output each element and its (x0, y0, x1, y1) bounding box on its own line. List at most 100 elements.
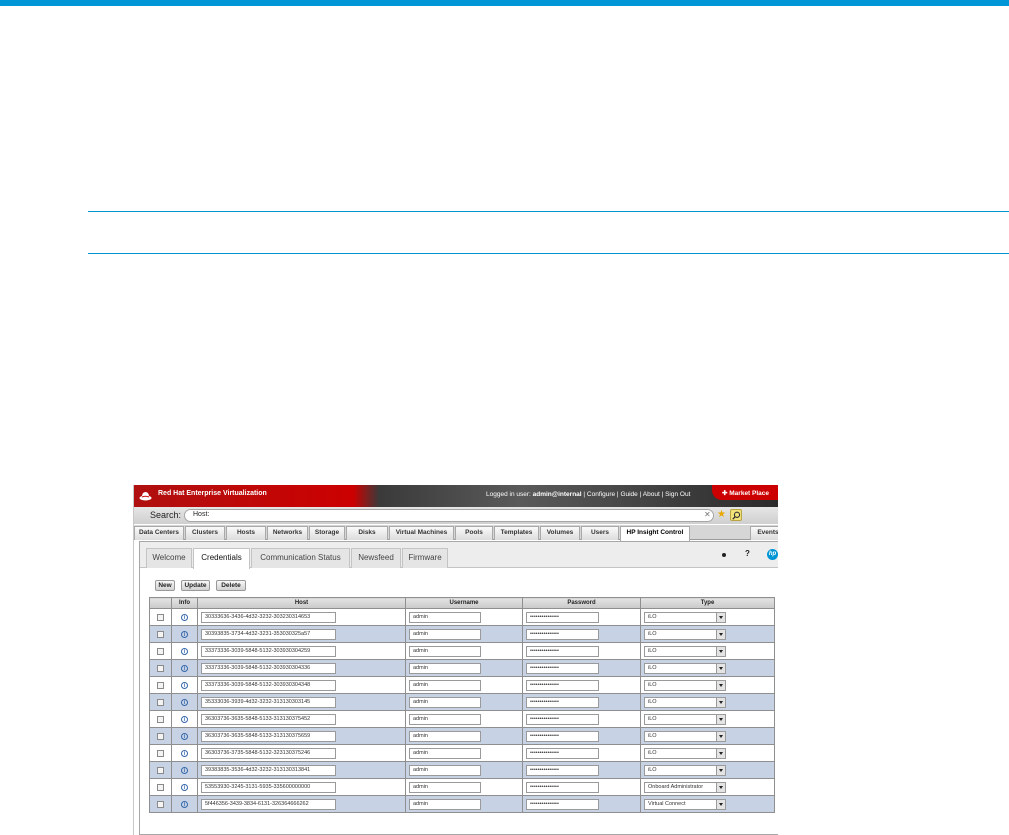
row-select-checkbox[interactable] (157, 647, 164, 655)
tab-networks[interactable]: Networks (267, 526, 308, 540)
market-place-button[interactable]: ✚ Market Place (712, 485, 778, 500)
host-field[interactable]: 30393835-3734-4d32-3231-353030325a57 (201, 628, 336, 640)
host-field[interactable]: 36303736-3735-5848-5132-323130375246 (201, 747, 336, 759)
row-select-checkbox[interactable] (157, 630, 164, 638)
info-icon[interactable]: i (181, 698, 188, 706)
search-input[interactable]: Host: (184, 509, 714, 522)
chevron-down-icon[interactable] (716, 765, 725, 775)
status-dot-icon[interactable] (722, 553, 726, 557)
host-column-header[interactable]: Host (197, 597, 406, 609)
username-field[interactable]: admin (409, 679, 481, 691)
password-field[interactable]: ••••••••••••••• (526, 696, 599, 708)
host-field[interactable]: 5f446356-3439-3834-6131-326364666262 (201, 798, 336, 810)
tab-communication-status[interactable]: Communication Status (251, 548, 350, 568)
row-select-checkbox[interactable] (157, 783, 164, 791)
tab-volumes[interactable]: Volumes (540, 526, 580, 540)
update-button[interactable]: Update (181, 580, 210, 591)
chevron-down-icon[interactable] (716, 629, 725, 639)
row-select-checkbox[interactable] (157, 613, 164, 621)
sign-out-link[interactable]: Sign Out (665, 491, 690, 498)
username-field[interactable]: admin (409, 730, 481, 742)
type-select[interactable]: iLO (644, 679, 726, 691)
row-select-checkbox[interactable] (157, 766, 164, 774)
username-field[interactable]: admin (409, 662, 481, 674)
tab-templates[interactable]: Templates (494, 526, 539, 540)
username-field[interactable]: admin (409, 645, 481, 657)
type-select[interactable]: iLO (644, 611, 726, 623)
hp-logo-icon[interactable]: hp (767, 549, 778, 560)
type-select[interactable]: iLO (644, 662, 726, 674)
tab-virtual-machines[interactable]: Virtual Machines (389, 526, 454, 540)
username-field[interactable]: admin (409, 628, 481, 640)
row-select-checkbox[interactable] (157, 715, 164, 723)
chevron-down-icon[interactable] (716, 799, 725, 809)
about-link[interactable]: About (643, 491, 660, 498)
tab-welcome[interactable]: Welcome (146, 548, 192, 568)
tab-disks[interactable]: Disks (346, 526, 388, 540)
info-icon[interactable]: i (181, 749, 188, 757)
password-field[interactable]: ••••••••••••••• (526, 747, 599, 759)
chevron-down-icon[interactable] (716, 731, 725, 741)
clear-search-icon[interactable]: ✕ (704, 511, 711, 519)
type-select[interactable]: Onboard Administrator (644, 781, 726, 793)
chevron-down-icon[interactable] (716, 663, 725, 673)
chevron-down-icon[interactable] (716, 697, 725, 707)
tab-hp-insight-control[interactable]: HP Insight Control (620, 526, 690, 541)
info-icon[interactable]: i (181, 647, 188, 655)
host-field[interactable]: 33373336-3039-5848-5132-303930304336 (201, 662, 336, 674)
tab-credentials[interactable]: Credentials (193, 548, 250, 569)
username-field[interactable]: admin (409, 747, 481, 759)
info-icon[interactable]: i (181, 664, 188, 672)
tab-newsfeed[interactable]: Newsfeed (351, 548, 401, 568)
type-select[interactable]: iLO (644, 645, 726, 657)
password-field[interactable]: ••••••••••••••• (526, 679, 599, 691)
info-icon[interactable]: i (181, 766, 188, 774)
type-select[interactable]: iLO (644, 628, 726, 640)
host-field[interactable]: 53553930-3245-3131-5935-335600000000 (201, 781, 336, 793)
username-field[interactable]: admin (409, 696, 481, 708)
row-select-checkbox[interactable] (157, 732, 164, 740)
username-field[interactable]: admin (409, 764, 481, 776)
chevron-down-icon[interactable] (716, 612, 725, 622)
info-column-header[interactable]: Info (171, 597, 198, 609)
tab-storage[interactable]: Storage (309, 526, 345, 540)
row-select-checkbox[interactable] (157, 681, 164, 689)
username-field[interactable]: admin (409, 781, 481, 793)
type-select[interactable]: iLO (644, 764, 726, 776)
row-select-checkbox[interactable] (157, 800, 164, 808)
info-icon[interactable]: i (181, 613, 188, 621)
password-field[interactable]: ••••••••••••••• (526, 798, 599, 810)
tab-pools[interactable]: Pools (455, 526, 493, 540)
password-field[interactable]: ••••••••••••••• (526, 662, 599, 674)
password-field[interactable]: ••••••••••••••• (526, 611, 599, 623)
host-field[interactable]: 36303736-3635-5848-5133-313130375659 (201, 730, 336, 742)
info-icon[interactable]: i (181, 783, 188, 791)
delete-button[interactable]: Delete (216, 580, 246, 591)
password-field[interactable]: ••••••••••••••• (526, 628, 599, 640)
password-field[interactable]: ••••••••••••••• (526, 713, 599, 725)
row-select-checkbox[interactable] (157, 698, 164, 706)
host-field[interactable]: 35333036-3939-4d32-3232-313130303145 (201, 696, 336, 708)
guide-link[interactable]: Guide (620, 491, 637, 498)
username-field[interactable]: admin (409, 798, 481, 810)
chevron-down-icon[interactable] (716, 782, 725, 792)
type-select[interactable]: iLO (644, 696, 726, 708)
type-select[interactable]: Virtual Connect (644, 798, 726, 810)
type-select[interactable]: iLO (644, 730, 726, 742)
chevron-down-icon[interactable] (716, 680, 725, 690)
help-icon[interactable]: ? (745, 549, 750, 558)
password-field[interactable]: ••••••••••••••• (526, 730, 599, 742)
username-field[interactable]: admin (409, 713, 481, 725)
type-select[interactable]: iLO (644, 747, 726, 759)
info-icon[interactable]: i (181, 732, 188, 740)
chevron-down-icon[interactable] (716, 748, 725, 758)
new-button[interactable]: New (155, 580, 175, 591)
tab-users[interactable]: Users (581, 526, 619, 540)
host-field[interactable]: 33373336-3039-5848-5132-303930304348 (201, 679, 336, 691)
chevron-down-icon[interactable] (716, 646, 725, 656)
tab-events[interactable]: Events (750, 526, 778, 540)
info-icon[interactable]: i (181, 681, 188, 689)
info-icon[interactable]: i (181, 630, 188, 638)
username-column-header[interactable]: Username (405, 597, 523, 609)
host-field[interactable]: 36303736-3635-5848-5133-313130375452 (201, 713, 336, 725)
